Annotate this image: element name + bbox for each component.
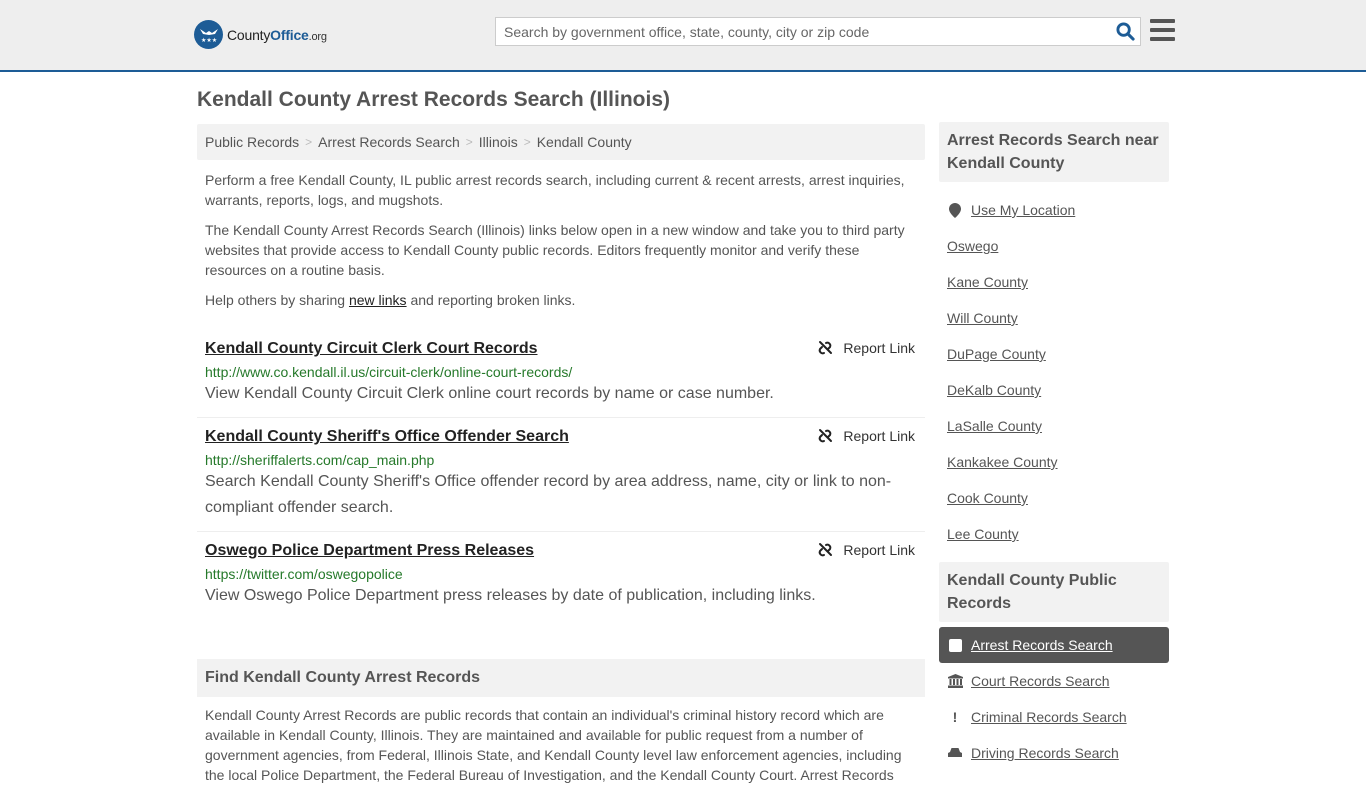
square-icon — [947, 638, 963, 652]
nearby-heading: Arrest Records Search near Kendall Count… — [939, 122, 1169, 182]
report-link-button[interactable]: Report Link — [817, 340, 915, 356]
breadcrumb-public-records[interactable]: Public Records — [205, 134, 299, 150]
breadcrumb: Public Records > Arrest Records Search >… — [197, 124, 925, 160]
find-records-heading: Find Kendall County Arrest Records — [197, 659, 925, 697]
intro-text: Perform a free Kendall County, IL public… — [197, 170, 925, 310]
nearby-item[interactable]: DeKalb County — [939, 372, 1169, 408]
breadcrumb-illinois[interactable]: Illinois — [479, 134, 518, 150]
nearby-item[interactable]: Oswego — [939, 228, 1169, 264]
new-links-link[interactable]: new links — [349, 292, 407, 308]
intro-paragraph-2: The Kendall County Arrest Records Search… — [205, 222, 905, 278]
courthouse-icon — [947, 674, 963, 688]
nearby-item[interactable]: LaSalle County — [939, 408, 1169, 444]
link-description: View Kendall County Circuit Clerk online… — [205, 385, 774, 402]
resource-links: Kendall County Circuit Clerk Court Recor… — [197, 330, 925, 619]
link-url: http://sheriffalerts.com/cap_main.php — [205, 452, 435, 468]
nearby-item[interactable]: Cook County — [939, 480, 1169, 516]
search-button[interactable] — [1110, 18, 1140, 45]
link-url: http://www.co.kendall.il.us/circuit-cler… — [205, 364, 573, 380]
broken-link-icon — [819, 341, 833, 355]
link-title[interactable]: Kendall County Sheriff's Office Offender… — [205, 427, 569, 447]
main-content: Public Records > Arrest Records Search >… — [197, 124, 925, 793]
breadcrumb-kendall-county[interactable]: Kendall County — [537, 134, 632, 150]
link-description: Search Kendall County Sheriff's Office o… — [205, 473, 892, 516]
breadcrumb-separator: > — [465, 135, 473, 149]
report-link-button[interactable]: Report Link — [817, 428, 915, 444]
link-item: Oswego Police Department Press Releases … — [197, 532, 925, 619]
public-records-heading: Kendall County Public Records — [939, 562, 1169, 622]
link-item: Kendall County Circuit Clerk Court Recor… — [197, 330, 925, 418]
intro-paragraph-3: Help others by sharing new links and rep… — [205, 292, 576, 308]
eagle-badge-icon: ★★★ — [194, 20, 223, 49]
hamburger-menu-icon[interactable] — [1150, 19, 1175, 41]
breadcrumb-arrest-records[interactable]: Arrest Records Search — [318, 134, 460, 150]
link-title[interactable]: Kendall County Circuit Clerk Court Recor… — [205, 339, 538, 359]
find-records-text: Kendall County Arrest Records are public… — [205, 707, 902, 783]
public-item-driving-records[interactable]: Driving Records Search — [939, 735, 1169, 771]
search-input[interactable] — [496, 18, 1110, 45]
search-icon — [1115, 22, 1135, 41]
broken-link-icon — [819, 429, 833, 443]
page-title: Kendall County Arrest Records Search (Il… — [197, 88, 670, 111]
nearby-item[interactable]: Kankakee County — [939, 444, 1169, 480]
public-item-arrest-records[interactable]: Arrest Records Search — [939, 627, 1169, 663]
link-description: View Oswego Police Department press rele… — [205, 587, 816, 604]
link-url: https://twitter.com/oswegopolice — [205, 566, 403, 582]
exclamation-icon: ! — [952, 709, 958, 725]
site-logo[interactable]: ★★★ CountyOffice.org — [194, 20, 327, 49]
nearby-item[interactable]: Kane County — [939, 264, 1169, 300]
car-icon — [947, 747, 963, 759]
nearby-item[interactable]: Lee County — [939, 516, 1169, 552]
link-title[interactable]: Oswego Police Department Press Releases — [205, 541, 534, 561]
svg-text:★★★: ★★★ — [201, 37, 217, 44]
nearby-item[interactable]: Will County — [939, 300, 1169, 336]
use-my-location[interactable]: Use My Location — [939, 192, 1169, 228]
breadcrumb-separator: > — [523, 135, 531, 149]
intro-paragraph-1: Perform a free Kendall County, IL public… — [205, 172, 905, 208]
public-records-list: Arrest Records Search Court Records Sear… — [939, 622, 1169, 781]
link-item: Kendall County Sheriff's Office Offender… — [197, 418, 925, 532]
nearby-item[interactable]: DuPage County — [939, 336, 1169, 372]
nearby-list: Use My Location Oswego Kane County Will … — [939, 182, 1169, 562]
public-item-criminal-records[interactable]: ! Criminal Records Search — [939, 699, 1169, 735]
search-bar — [495, 17, 1141, 46]
map-pin-icon — [947, 202, 963, 218]
sidebar: Arrest Records Search near Kendall Count… — [939, 122, 1169, 781]
public-item-court-records[interactable]: Court Records Search — [939, 663, 1169, 699]
breadcrumb-separator: > — [305, 135, 313, 149]
logo-text: CountyOffice.org — [227, 26, 327, 43]
site-header: ★★★ CountyOffice.org — [0, 0, 1366, 72]
broken-link-icon — [819, 543, 833, 557]
report-link-button[interactable]: Report Link — [817, 542, 915, 558]
